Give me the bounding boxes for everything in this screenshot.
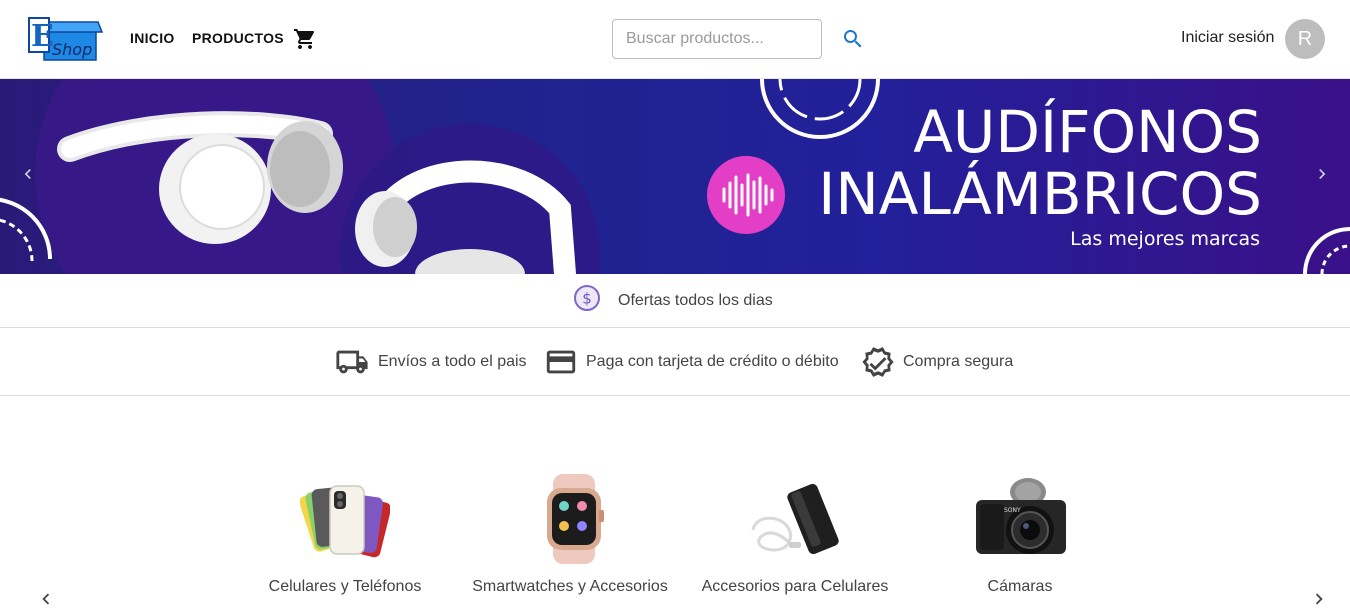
feature-secure-label: Compra segura	[903, 353, 1014, 370]
banner-subtitle: Las mejores marcas	[1070, 228, 1260, 250]
top-header: E Shop INICIO PRODUCTOS Iniciar sesión R	[0, 0, 1350, 79]
svg-text:SONY: SONY	[1004, 507, 1021, 514]
category-label: Smartwatches y Accesorios	[472, 578, 668, 595]
category-card-phones[interactable]: Celulares y Teléfonos	[245, 470, 445, 600]
svg-text:$: $	[582, 290, 592, 308]
verified-badge-icon	[861, 345, 895, 379]
hero-banner[interactable]: AUDÍFONOS INALÁMBRICOS Las mejores marca…	[0, 79, 1350, 274]
offers-text: Ofertas todos los dias	[618, 292, 773, 309]
eshop-logo[interactable]: E Shop	[28, 16, 104, 62]
feature-payment-label: Paga con tarjeta de crédito o débito	[586, 353, 839, 370]
category-label: Celulares y Teléfonos	[268, 578, 422, 595]
svg-text:E: E	[31, 19, 54, 54]
search-icon[interactable]	[841, 27, 865, 51]
dollar-icon: $	[573, 284, 601, 312]
logo-text: Shop	[52, 40, 92, 59]
category-card-cameras[interactable]: SONY Cámaras	[920, 470, 1120, 600]
banner-prev-arrow-icon[interactable]	[18, 164, 38, 184]
category-label: Accesorios para Celulares	[701, 578, 889, 595]
banner-title: AUDÍFONOS INALÁMBRICOS	[818, 101, 1262, 225]
banner-title-line2: INALÁMBRICOS	[818, 160, 1262, 228]
feature-shipping-label: Envíos a todo el pais	[378, 353, 527, 370]
categories-next-arrow-icon[interactable]	[1308, 588, 1330, 610]
category-card-smartwatches[interactable]: Smartwatches y Accesorios	[470, 470, 670, 600]
powerbank-image	[751, 483, 839, 555]
smartwatch-image	[547, 474, 604, 564]
search-input[interactable]	[612, 19, 822, 59]
phones-image	[300, 485, 390, 558]
features-strip: Envíos a todo el pais Paga con tarjeta d…	[0, 328, 1350, 396]
banner-title-line1: AUDÍFONOS	[913, 98, 1262, 166]
nav-productos[interactable]: PRODUCTOS	[192, 30, 284, 46]
offers-strip: $ Ofertas todos los dias	[0, 274, 1350, 328]
category-card-phone-accessories[interactable]: Accesorios para Celulares	[695, 470, 895, 600]
category-label: Cámaras	[987, 578, 1053, 595]
categories-prev-arrow-icon[interactable]	[35, 588, 57, 610]
banner-next-arrow-icon[interactable]	[1312, 164, 1332, 184]
credit-card-icon	[544, 345, 578, 379]
cart-icon[interactable]	[293, 27, 317, 51]
truck-icon	[335, 345, 369, 379]
login-link[interactable]: Iniciar sesión	[1181, 29, 1274, 47]
camera-image: SONY	[976, 478, 1066, 554]
nav-inicio[interactable]: INICIO	[130, 30, 175, 46]
avatar[interactable]: R	[1285, 19, 1325, 59]
